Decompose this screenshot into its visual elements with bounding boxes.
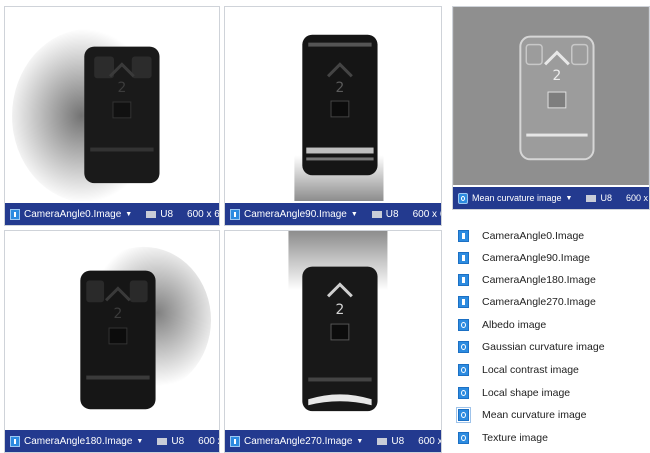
- chevron-down-icon: ▼: [350, 210, 358, 218]
- list-item-label: Local shape image: [482, 387, 571, 399]
- list-item-label: Mean curvature image: [482, 409, 587, 421]
- image-icon: [10, 208, 20, 220]
- image-size-label: 600 x 6(: [626, 193, 649, 203]
- list-item-camera-angle-180[interactable]: CameraAngle180.Image: [452, 270, 650, 290]
- viewer-toolbar: CameraAngle90.Image ▼ U8 600 x 6( ⋮: [225, 203, 441, 225]
- image-canvas[interactable]: 2: [5, 231, 219, 428]
- part-digit-label: 2: [114, 306, 123, 322]
- image-icon: [230, 208, 240, 220]
- computed-image-icon: [458, 341, 469, 353]
- image-selector-dropdown[interactable]: CameraAngle90.Image ▼: [225, 203, 362, 225]
- image-selector-dropdown[interactable]: Mean curvature image ▼: [453, 187, 576, 209]
- image-size-label: 600 x 600: [187, 208, 219, 220]
- chevron-down-icon: ▼: [356, 437, 364, 445]
- list-item-texture[interactable]: Texture image: [452, 428, 650, 448]
- part-image: 2: [225, 7, 441, 201]
- list-item-camera-angle-270[interactable]: CameraAngle270.Image: [452, 292, 650, 312]
- viewer-toolbar: CameraAngle270.Image ▼ U8 600 x ( ⋮: [225, 430, 441, 452]
- image-icon: [458, 230, 469, 242]
- image-name-label: CameraAngle0.Image: [24, 208, 122, 220]
- part-digit-label: 2: [553, 68, 562, 84]
- image-name-label: Mean curvature image: [472, 193, 562, 203]
- part-digit-label: 2: [336, 80, 345, 96]
- image-canvas[interactable]: 2: [5, 7, 219, 201]
- list-item-local-contrast[interactable]: Local contrast image: [452, 360, 650, 380]
- list-item-mean-curvature[interactable]: Mean curvature image: [452, 405, 650, 425]
- image-icon: [10, 435, 20, 447]
- list-item-label: Gaussian curvature image: [482, 341, 605, 353]
- image-size-label: 600 x 6(: [412, 208, 441, 220]
- viewer-toolbar: CameraAngle180.Image ▼ U8 600 x ( ⋮: [5, 430, 219, 452]
- list-item-albedo[interactable]: Albedo image: [452, 315, 650, 335]
- image-canvas[interactable]: 2: [225, 231, 441, 428]
- list-item-camera-angle-0[interactable]: CameraAngle0.Image: [452, 226, 650, 246]
- pixel-type-indicator: U8: [368, 209, 403, 220]
- part-image: 2: [5, 7, 219, 201]
- chevron-down-icon: ▼: [136, 437, 144, 445]
- image-icon: [458, 296, 469, 308]
- image-size-label: 600 x (: [198, 435, 219, 447]
- list-item-label: CameraAngle90.Image: [482, 252, 590, 264]
- viewer-camera-angle-90: 2 CameraAngle90.Image ▼ U8 600 x 6( ⋮: [224, 6, 442, 226]
- image-icon: [458, 252, 469, 264]
- computed-image-icon: [458, 364, 469, 376]
- pixel-type-indicator: U8: [153, 436, 188, 447]
- viewer-camera-angle-180: 2 CameraAngle180.Image ▼ U8 600 x ( ⋮: [4, 230, 220, 453]
- computed-image-icon: [458, 387, 469, 399]
- chevron-down-icon: ▼: [565, 194, 573, 202]
- pixel-type-icon: [146, 210, 157, 218]
- viewer-toolbar: CameraAngle0.Image ▼ U8 600 x 600 ⋮: [5, 203, 219, 225]
- viewer-camera-angle-0: 2 CameraAngle0.Image ▼ U8 600 x 600 ⋮: [4, 6, 220, 226]
- viewer-toolbar: Mean curvature image ▼ U8 600 x 6( ⋮: [453, 187, 649, 209]
- image-icon: [458, 274, 469, 286]
- image-canvas[interactable]: 2: [225, 7, 441, 201]
- image-name-label: CameraAngle90.Image: [244, 208, 347, 220]
- pixel-type-label: U8: [160, 208, 174, 220]
- list-item-label: Texture image: [482, 432, 548, 444]
- part-image: 2: [5, 231, 219, 428]
- list-item-label: CameraAngle270.Image: [482, 296, 596, 308]
- list-item-label: CameraAngle180.Image: [482, 274, 596, 286]
- list-item-local-shape[interactable]: Local shape image: [452, 383, 650, 403]
- list-item-camera-angle-90[interactable]: CameraAngle90.Image: [452, 248, 650, 268]
- image-canvas[interactable]: 2: [453, 7, 649, 185]
- computed-image-icon: [458, 319, 469, 331]
- computed-image-icon: [456, 407, 471, 423]
- pixel-type-icon: [377, 437, 388, 445]
- pixel-type-indicator: U8: [373, 436, 408, 447]
- image-list: CameraAngle0.Image CameraAngle90.Image C…: [452, 224, 650, 453]
- image-selector-dropdown[interactable]: CameraAngle270.Image ▼: [225, 430, 367, 452]
- part-image: 2: [225, 231, 441, 428]
- part-digit-label: 2: [336, 302, 345, 318]
- computed-image-icon: [458, 432, 469, 444]
- part-image: 2: [453, 7, 649, 185]
- pixel-type-indicator: U8: [142, 209, 177, 220]
- part-digit-label: 2: [117, 80, 126, 96]
- pixel-type-icon: [371, 210, 382, 218]
- image-name-label: CameraAngle180.Image: [24, 435, 133, 447]
- list-item-gaussian-curvature[interactable]: Gaussian curvature image: [452, 337, 650, 357]
- pixel-type-label: U8: [385, 208, 399, 220]
- image-name-label: CameraAngle270.Image: [244, 435, 353, 447]
- pixel-type-label: U8: [391, 435, 405, 447]
- chevron-down-icon: ▼: [125, 210, 133, 218]
- pixel-type-indicator: U8: [582, 193, 616, 203]
- image-size-label: 600 x (: [418, 435, 441, 447]
- viewer-camera-angle-270: 2 CameraAngle270.Image ▼ U8 600 x ( ⋮: [224, 230, 442, 453]
- image-selector-dropdown[interactable]: CameraAngle0.Image ▼: [5, 203, 136, 225]
- list-item-label: CameraAngle0.Image: [482, 230, 585, 242]
- pixel-type-icon: [586, 194, 597, 202]
- pixel-type-label: U8: [171, 435, 185, 447]
- image-selector-dropdown[interactable]: CameraAngle180.Image ▼: [5, 430, 147, 452]
- pixel-type-icon: [157, 437, 168, 445]
- viewer-mean-curvature: 2 Mean curvature image ▼ U8 600 x 6( ⋮: [452, 6, 650, 210]
- curvature-icon: [458, 192, 468, 204]
- list-item-label: Local contrast image: [482, 364, 579, 376]
- list-item-label: Albedo image: [482, 319, 547, 331]
- image-icon: [230, 435, 240, 447]
- pixel-type-label: U8: [600, 193, 612, 203]
